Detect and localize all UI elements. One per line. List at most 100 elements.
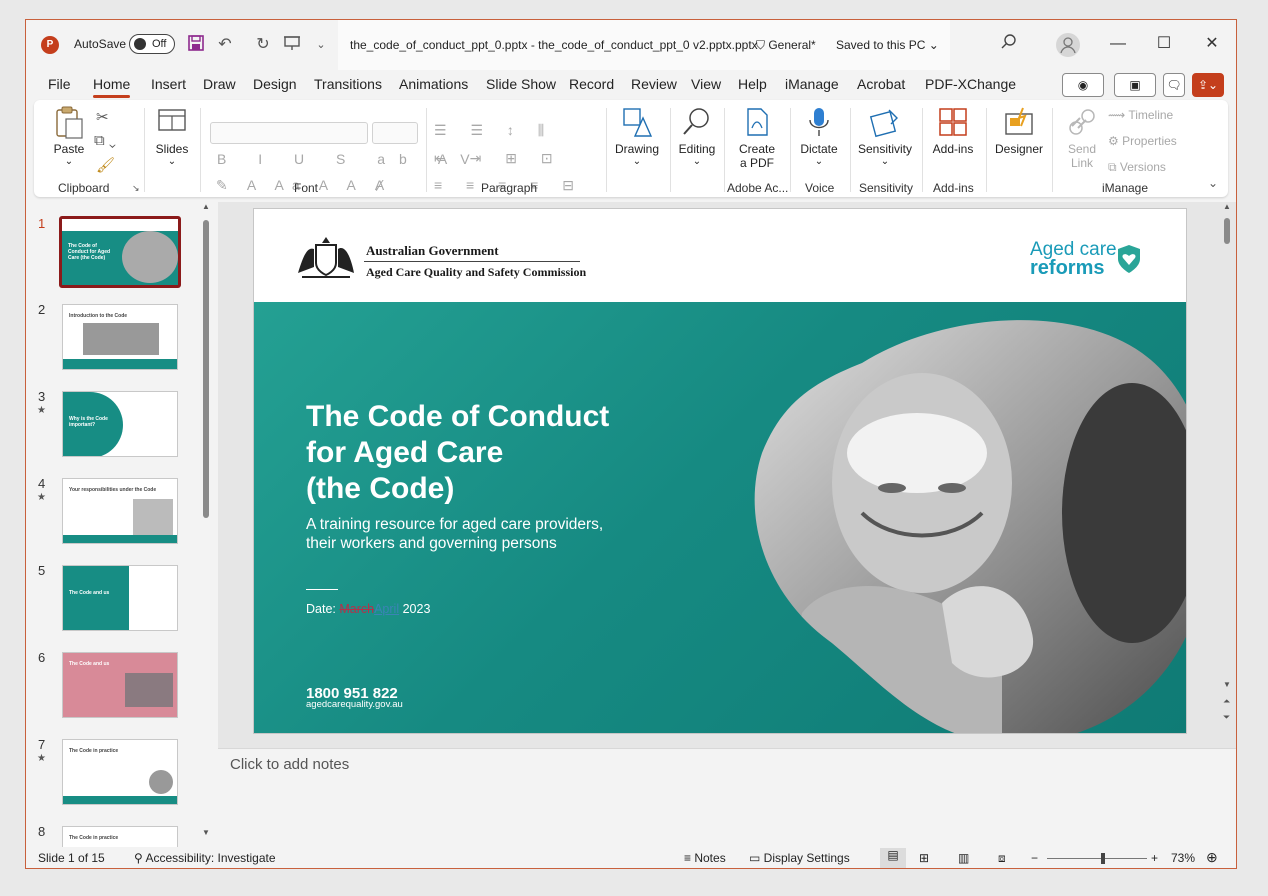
- addins-button[interactable]: Add-ins: [928, 106, 978, 156]
- minimize-button[interactable]: —: [1103, 32, 1133, 56]
- scroll-up-icon[interactable]: ▲: [1223, 202, 1231, 211]
- timeline-button[interactable]: ⟿ Timeline: [1108, 108, 1173, 122]
- present-teams-button[interactable]: ▣: [1114, 73, 1156, 97]
- separator: [426, 108, 427, 192]
- avatar[interactable]: [1056, 33, 1080, 57]
- search-icon[interactable]: [1001, 34, 1017, 55]
- scroll-down-icon[interactable]: ▼: [202, 828, 210, 837]
- zoom-level[interactable]: 73%: [1171, 851, 1195, 865]
- slide-thumbnail-5[interactable]: The Code and us: [62, 565, 178, 631]
- slide-thumbnail-2[interactable]: Introduction to the Code: [62, 304, 178, 370]
- record-button[interactable]: ◉: [1062, 73, 1104, 97]
- slide-canvas[interactable]: Australian Government Aged Care Quality …: [253, 208, 1187, 734]
- slide-thumbnail-3[interactable]: Why is the Code important?: [62, 391, 178, 457]
- send-link-button[interactable]: Send Link: [1062, 106, 1102, 170]
- tab-help[interactable]: Help: [738, 76, 767, 92]
- tab-insert[interactable]: Insert: [151, 76, 186, 92]
- dictate-button[interactable]: Dictate ⌄: [796, 106, 842, 167]
- save-status[interactable]: Saved to this PC ⌄: [836, 38, 939, 52]
- autosave-toggle[interactable]: Off: [129, 34, 175, 54]
- tab-acrobat[interactable]: Acrobat: [857, 76, 905, 92]
- editing-button[interactable]: Editing ⌄: [674, 106, 720, 167]
- sensitivity-button[interactable]: Sensitivity ⌄: [856, 106, 914, 167]
- save-icon[interactable]: [185, 34, 207, 56]
- tab-view[interactable]: View: [691, 76, 721, 92]
- tab-transitions[interactable]: Transitions: [314, 76, 382, 92]
- tab-review[interactable]: Review: [631, 76, 677, 92]
- tab-record[interactable]: Record: [569, 76, 614, 92]
- gov-divider: [364, 261, 580, 262]
- redo-icon[interactable]: ↻: [252, 34, 274, 56]
- sensitivity-status[interactable]: ⛉ General*: [756, 38, 816, 53]
- undo-icon[interactable]: ↶: [214, 34, 236, 56]
- font-size-combo[interactable]: [372, 122, 418, 144]
- cut-icon[interactable]: ✂: [96, 108, 109, 126]
- zoom-slider[interactable]: [1047, 853, 1147, 864]
- filename-area[interactable]: the_code_of_conduct_ppt_0.pptx - the_cod…: [338, 20, 950, 70]
- reading-view-icon[interactable]: ▥: [958, 851, 969, 865]
- scroll-thumb[interactable]: [203, 220, 209, 518]
- close-button[interactable]: ✕: [1197, 32, 1227, 56]
- new-slide-button[interactable]: Slides ⌄: [152, 106, 192, 167]
- list-icons[interactable]: ☰ ☰ ↕ ⫼: [434, 122, 554, 139]
- maximize-button[interactable]: ☐: [1149, 32, 1179, 56]
- tab-imanage[interactable]: iManage: [785, 76, 839, 92]
- slide-thumbnail-1[interactable]: The Code of Conduct for Aged Care (the C…: [59, 216, 181, 288]
- slide-sorter-icon[interactable]: ⊞: [919, 851, 929, 865]
- customize-qat-icon[interactable]: ⌄: [310, 34, 332, 56]
- next-slide-icon[interactable]: ⏷: [1223, 712, 1230, 723]
- scroll-thumb[interactable]: [1224, 218, 1230, 244]
- slide-photo[interactable]: [742, 313, 1187, 734]
- fit-to-window-icon[interactable]: ⊕: [1206, 849, 1218, 866]
- versions-button[interactable]: ⧉ Versions: [1108, 160, 1166, 175]
- slide-thumbnail-7[interactable]: The Code in practice: [62, 739, 178, 805]
- scroll-up-icon[interactable]: ▲: [202, 202, 210, 211]
- tab-file[interactable]: File: [48, 76, 71, 92]
- notes-toggle[interactable]: ≡ Notes: [684, 851, 726, 865]
- thumb-teal: [63, 566, 129, 630]
- normal-view-icon[interactable]: ▤: [880, 848, 906, 868]
- tab-draw[interactable]: Draw: [203, 76, 236, 92]
- zoom-in-icon[interactable]: +: [1151, 851, 1158, 865]
- thumbnail-scrollbar[interactable]: ▲ ▼: [202, 202, 210, 837]
- comments-button[interactable]: 🗨: [1163, 73, 1185, 97]
- collapse-ribbon-icon[interactable]: ⌄: [1208, 176, 1218, 190]
- slide-title[interactable]: The Code of Conduct for Aged Care (the C…: [306, 399, 666, 507]
- date-label: Date:: [306, 602, 340, 616]
- slide-thumbnail-6[interactable]: The Code and us: [62, 652, 178, 718]
- slides-label: Slides: [155, 142, 189, 156]
- paste-button[interactable]: Paste ⌄: [52, 106, 86, 167]
- format-painter-icon[interactable]: 🖌: [96, 156, 115, 174]
- teams-icon: ▣: [1129, 78, 1141, 92]
- present-icon[interactable]: [281, 34, 303, 56]
- slide-subtitle[interactable]: A training resource for aged care provid…: [306, 515, 616, 553]
- slide-scrollbar[interactable]: ▲ ▼ ⏶ ⏷: [1221, 202, 1235, 732]
- tab-pdf-xchange[interactable]: PDF-XChange: [925, 76, 1016, 92]
- tab-slide-show[interactable]: Slide Show: [486, 76, 556, 92]
- timeline-icon: ⟿: [1108, 108, 1129, 122]
- share-button[interactable]: ⇪⌄: [1192, 73, 1224, 97]
- slide-thumbnail-4[interactable]: Your responsibilities under the Code: [62, 478, 178, 544]
- addins-icon: [937, 106, 969, 138]
- display-settings-button[interactable]: ▭ Display Settings: [749, 851, 850, 865]
- slide-date[interactable]: Date: MarchApril 2023: [306, 602, 430, 616]
- designer-button[interactable]: Designer: [992, 106, 1046, 156]
- previous-slide-icon[interactable]: ⏶: [1223, 696, 1230, 707]
- drawing-button[interactable]: Drawing ⌄: [612, 106, 662, 167]
- notes-pane[interactable]: Click to add notes: [218, 748, 1236, 847]
- dialog-launcher-icon[interactable]: ↘: [132, 183, 140, 194]
- indent-icons[interactable]: ⇤ ⇥ ⊞ ⊡: [434, 150, 563, 167]
- tab-animations[interactable]: Animations: [399, 76, 468, 92]
- zoom-slider-thumb[interactable]: [1101, 853, 1105, 864]
- properties-button[interactable]: ⚙ Properties: [1108, 134, 1177, 148]
- zoom-out-icon[interactable]: −: [1031, 851, 1038, 865]
- scroll-down-icon[interactable]: ▼: [1223, 680, 1231, 689]
- font-name-combo[interactable]: [210, 122, 368, 144]
- copy-icon[interactable]: ⧉ ⌄: [94, 132, 116, 149]
- tab-home[interactable]: Home: [93, 76, 131, 98]
- accessibility-status[interactable]: ⚲ Accessibility: Investigate: [134, 851, 276, 865]
- create-pdf-button[interactable]: Create a PDF: [734, 106, 780, 170]
- slideshow-icon[interactable]: ⧈: [998, 851, 1006, 866]
- tab-design[interactable]: Design: [253, 76, 297, 92]
- drawing-label: Drawing: [614, 142, 659, 156]
